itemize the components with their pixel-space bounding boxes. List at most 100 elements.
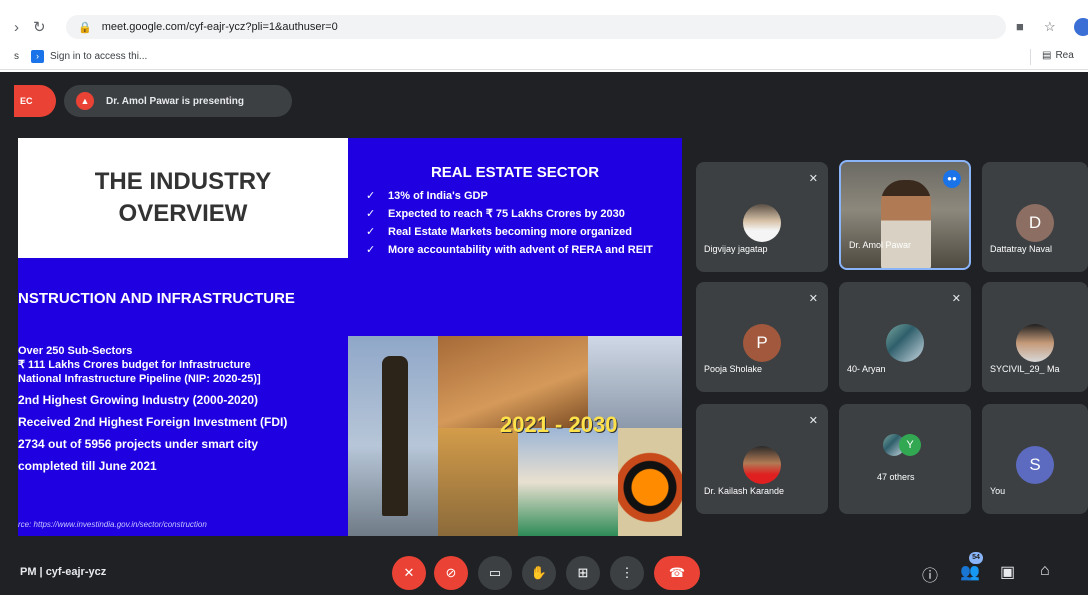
construction-title: NSTRUCTION AND INFRASTRUCTURE [18,290,295,307]
participant-tile-self[interactable]: S You [982,404,1088,514]
presentation-bar: EC ▲ Dr. Amol Pawar is presenting [0,72,1088,132]
collage-flag-photo [518,428,618,536]
real-estate-point: ✓ 13% of India's GDP [366,190,666,203]
camera-icon[interactable]: ■ [1016,19,1024,34]
reload-icon[interactable]: ↻ [33,18,46,36]
avatar: S [1016,446,1054,484]
mic-off-icon: ✕ [808,173,818,185]
participant-name: 47 others [877,472,915,482]
captions-icon: ▭ [488,565,502,580]
address-bar[interactable]: 🔒 meet.google.com/cyf-eajr-ycz?pli=1&aut… [66,15,1006,39]
real-estate-point: ✓ Real Estate Markets becoming more organ… [366,226,666,239]
reading-list[interactable]: ▤ Rea [1042,50,1074,61]
meet-main: EC ▲ Dr. Amol Pawar is presenting THE IN… [0,72,1088,595]
participant-tile-active-speaker[interactable]: ●● Dr. Amol Pawar [839,160,971,270]
collage-statue-photo [348,336,438,536]
participant-name: You [990,486,1006,496]
overview-title-line2: OVERVIEW [118,200,248,227]
more-options-button[interactable]: ⋮ [610,556,644,590]
avatar [886,324,924,362]
participant-tile-others[interactable]: Y 47 others [839,404,971,514]
bookmark-divider [1030,49,1031,65]
control-bar: PM | cyf-eajr-ycz ✕ ⊘ ▭ ✋ ⊞ ⋮ ☎ ⓘ 👥 54 ▣… [0,550,1088,595]
bookmark-apps[interactable]: s [14,51,19,62]
speaker-video [881,180,931,268]
construction-point: 2nd Highest Growing Industry (2000-2020) [18,393,259,407]
info-icon[interactable]: ⓘ [922,562,938,586]
captions-button[interactable]: ▭ [478,556,512,590]
mic-off-icon: ✕ [951,293,961,305]
participant-name: Pooja Sholake [704,364,763,374]
construction-point: National Infrastructure Pipeline (NIP: 2… [18,373,261,385]
camera-toggle-button[interactable]: ⊘ [434,556,468,590]
check-icon: ✓ [366,190,376,202]
camera-off-icon: ⊘ [445,565,457,580]
real-estate-point: ✓ More accountability with advent of RERA… [366,244,666,257]
construction-point: ₹ 111 Lakhs Crores budget for Infrastruc… [18,359,251,371]
url-text: meet.google.com/cyf-eajr-ycz?pli=1&authu… [101,21,338,33]
present-button[interactable]: ⊞ [566,556,600,590]
reading-list-icon: ▤ [1042,50,1052,61]
participant-name: SYCIVIL_29_ Ma [990,364,1060,374]
leave-call-button[interactable]: ☎ [654,556,700,590]
mic-off-icon: ✕ [403,565,415,580]
lock-icon: 🔒 [78,21,92,34]
construction-point: Over 250 Sub-Sectors [18,345,133,357]
people-icon[interactable]: 👥 [960,562,980,582]
infrastructure-collage: 2021 - 2030 [348,336,682,536]
screen: › ↻ 🔒 meet.google.com/cyf-eajr-ycz?pli=1… [0,0,1088,595]
hand-icon: ✋ [530,565,548,580]
end-call-icon: ☎ [668,565,686,580]
avatar: Y [899,434,921,456]
check-icon: ✓ [366,244,376,256]
avatar [1016,324,1054,362]
overview-box: THE INDUSTRY OVERVIEW [18,138,348,258]
bookmark-favicon-icon: › [31,50,44,63]
participant-tile[interactable]: ✕ P Pooja Sholake [696,282,828,392]
bookmarks-bar: s › Sign in to access thi... ▤ Rea [0,44,1088,70]
present-icon: ▲ [76,92,94,110]
meeting-info: PM | cyf-eajr-ycz [20,566,107,578]
star-icon[interactable]: ☆ [1044,19,1056,35]
profile-avatar[interactable] [1074,18,1088,36]
bookmark-sign-in[interactable]: Sign in to access thi... [50,51,147,62]
presenting-text: Dr. Amol Pawar is presenting [106,95,245,107]
statue-shape [382,356,408,516]
participant-name: Dr. Kailash Karande [704,486,785,496]
reading-list-label: Rea [1055,50,1074,61]
avatar: D [1016,204,1054,242]
raise-hand-button[interactable]: ✋ [522,556,556,590]
participant-tile[interactable]: ✕ Dr. Kailash Karande [696,404,828,514]
participant-tile[interactable]: ✕ 40- Aryan [839,282,971,392]
present-screen-icon: ⊞ [577,565,589,580]
participant-name: Dattatray Naval [990,244,1053,254]
construction-point: completed till June 2021 [18,459,157,473]
check-icon: ✓ [366,208,376,220]
overview-title-line1: THE INDUSTRY [94,168,272,195]
participant-name: Dr. Amol Pawar [849,240,912,250]
collage-skyline-photo [438,428,518,536]
avatar: P [743,324,781,362]
slide-source: rce: https://www.investindia.gov.in/sect… [18,520,207,529]
presenting-chip[interactable]: ▲ Dr. Amol Pawar is presenting [64,85,292,117]
participant-name: Digvijay jagatap [704,244,768,254]
activities-icon[interactable]: ⌂ [1040,562,1050,580]
participant-tile[interactable]: SYCIVIL_29_ Ma [982,282,1088,392]
construction-list: Over 250 Sub-Sectors ₹ 111 Lakhs Crores … [18,344,348,474]
chat-icon[interactable]: ▣ [1000,562,1015,582]
forward-icon[interactable]: › [14,19,19,36]
real-estate-point-text: Expected to reach ₹ 75 Lakhs Crores by 2… [388,208,625,220]
participant-tile[interactable]: D Dattatray Naval [982,162,1088,272]
collage-year-text: 2021 - 2030 [500,412,618,437]
construction-point: Received 2nd Highest Foreign Investment … [18,415,288,429]
mic-off-icon: ✕ [808,293,818,305]
shared-slide: THE INDUSTRY OVERVIEW REAL ESTATE SECTOR… [18,138,682,536]
real-estate-title: REAL ESTATE SECTOR [430,164,600,181]
participant-tile[interactable]: ✕ Digvijay jagatap [696,162,828,272]
avatar [743,446,781,484]
mic-off-icon: ✕ [808,415,818,427]
construction-point: 2734 out of 5956 projects under smart ci… [18,437,259,451]
recording-indicator: EC [14,85,56,117]
mic-toggle-button[interactable]: ✕ [392,556,426,590]
check-icon: ✓ [366,226,376,238]
